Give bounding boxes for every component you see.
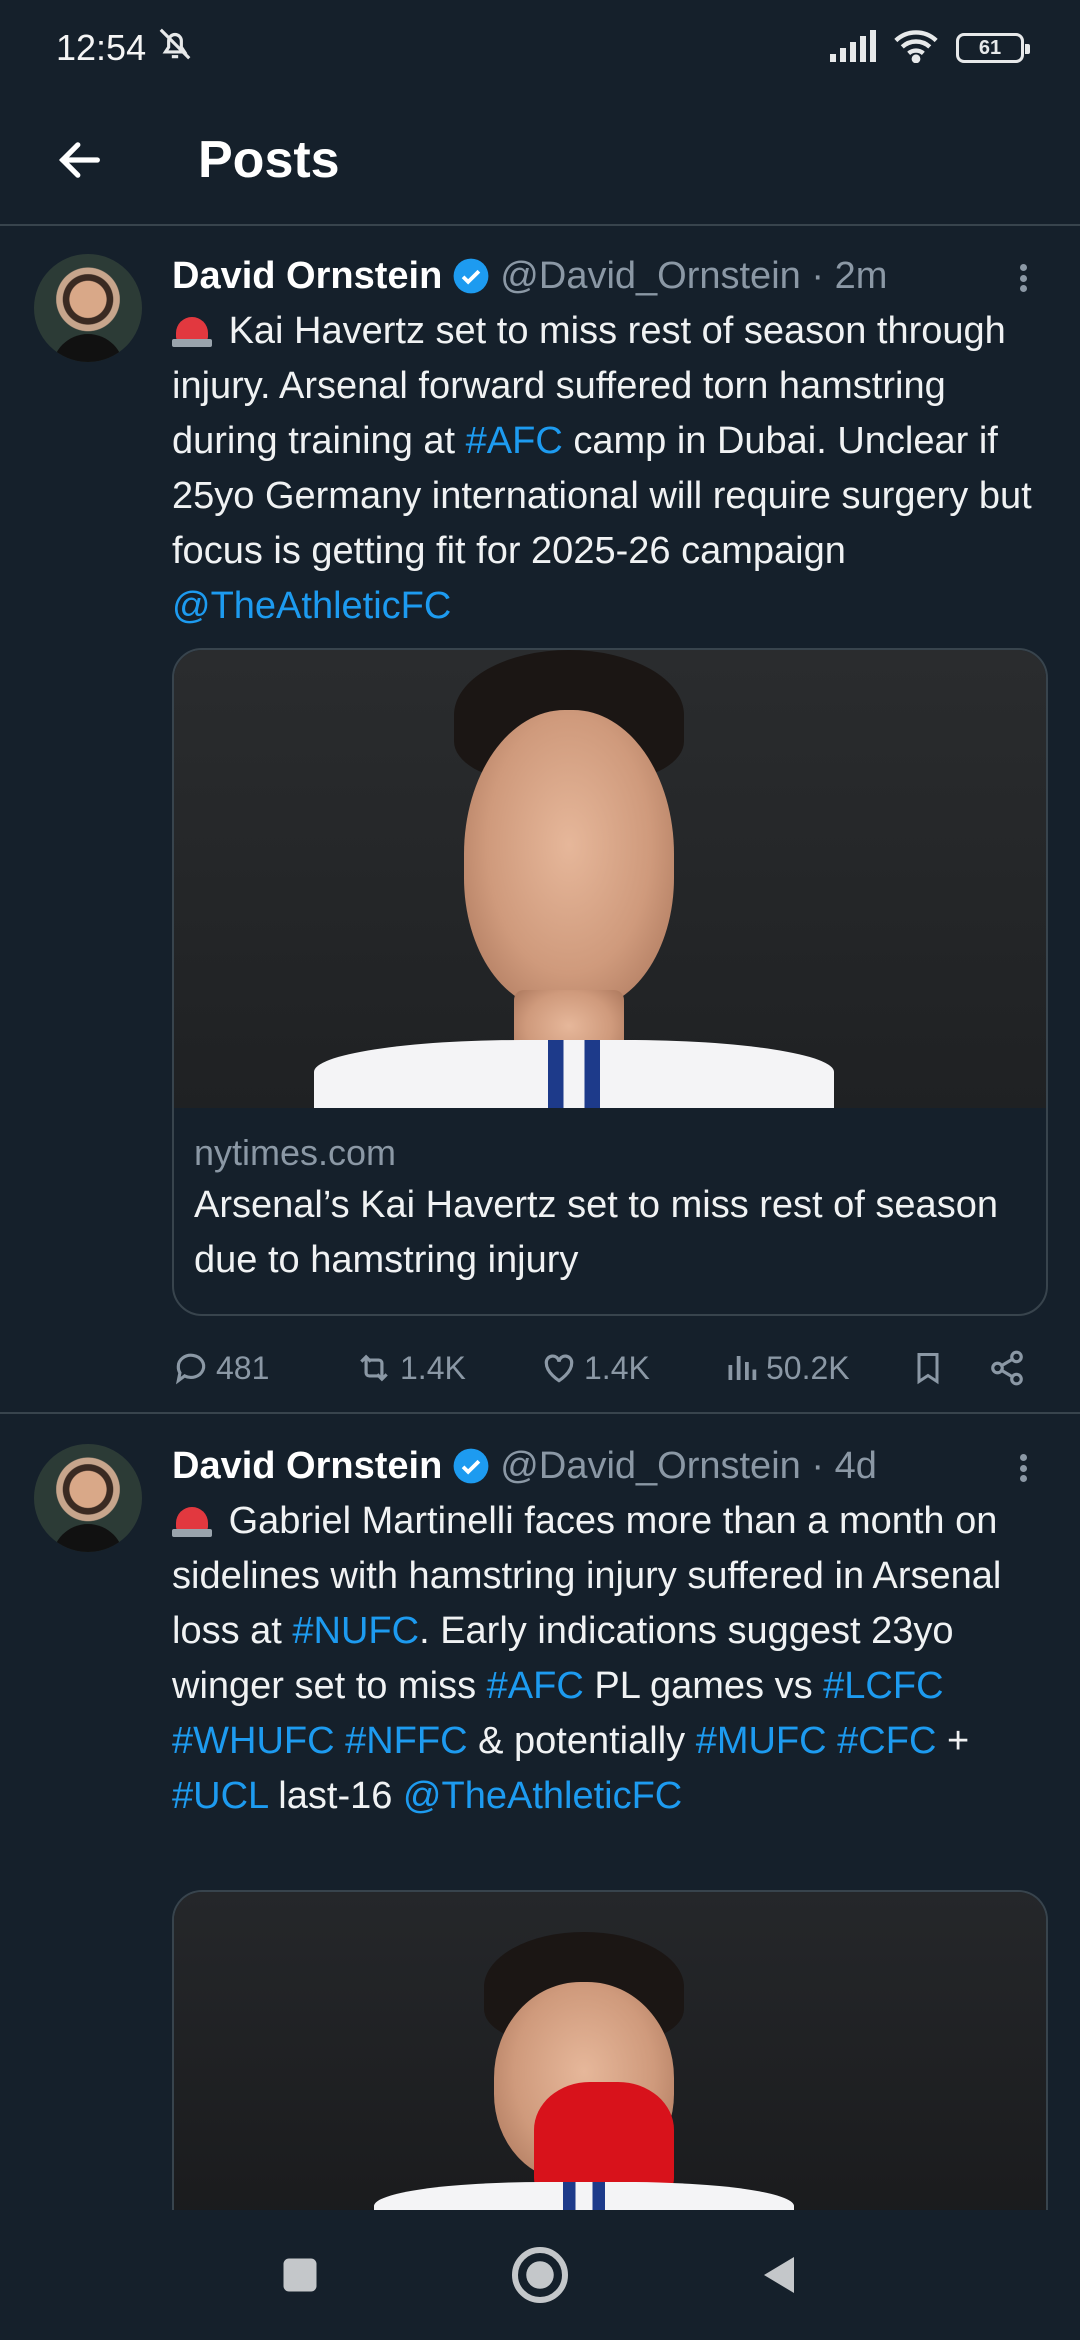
battery-icon: 61 — [956, 33, 1030, 63]
heart-icon — [544, 1354, 574, 1383]
avatar[interactable] — [34, 1444, 142, 1552]
back-nav-button[interactable] — [660, 2210, 900, 2340]
avatar[interactable] — [34, 254, 142, 362]
separator-dot: · — [800, 1444, 835, 1487]
status-time: 12:54 — [56, 27, 147, 68]
share-button[interactable] — [988, 1349, 1026, 1387]
analytics-icon — [728, 1356, 757, 1380]
repost-count: 1.4K — [400, 1349, 466, 1386]
author-handle: @David_Ornstein — [500, 1444, 801, 1487]
hashtag-link[interactable]: #MUFC — [696, 1720, 827, 1762]
post-header: David Ornstein @David_Ornstein · 4d — [172, 1438, 1050, 1494]
verified-badge-icon — [452, 1447, 490, 1485]
reply-count: 481 — [216, 1349, 270, 1386]
square-icon — [283, 2258, 317, 2292]
author-name[interactable]: David Ornstein — [172, 255, 442, 298]
status-bar: 12:54 61 — [0, 0, 1080, 96]
hashtag-link[interactable]: #NUFC — [292, 1610, 419, 1652]
more-options-icon[interactable] — [1008, 1448, 1038, 1488]
hashtag-link[interactable]: #UCL — [172, 1775, 268, 1817]
signal-icon — [828, 29, 876, 67]
hashtag-link[interactable]: #NFFC — [345, 1720, 467, 1762]
post-item[interactable]: David Ornstein @David_Ornstein · 4d Gabr… — [0, 1416, 1080, 2216]
reply-icon — [175, 1353, 206, 1385]
views-button[interactable]: 50.2K — [724, 1349, 910, 1387]
card-image — [174, 650, 1046, 1108]
post-text: Gabriel Martinelli faces more than a mon… — [172, 1500, 1002, 1817]
top-app-bar: Posts — [0, 96, 1080, 226]
siren-emoji-icon — [172, 1501, 212, 1537]
page-title: Posts — [198, 131, 340, 189]
home-button[interactable] — [420, 2210, 660, 2340]
mention-link[interactable]: @TheAthleticFC — [403, 1775, 682, 1817]
more-options-icon[interactable] — [1008, 258, 1038, 298]
card-image — [174, 1892, 1046, 2216]
repost-button[interactable]: 1.4K — [354, 1349, 540, 1387]
system-navigation-bar — [0, 2210, 1080, 2340]
verified-badge-icon — [452, 257, 490, 295]
triangle-back-icon — [764, 2257, 794, 2293]
hashtag-link[interactable]: #AFC — [487, 1665, 584, 1707]
card-domain: nytimes.com — [194, 1132, 397, 1173]
separator-dot: · — [800, 254, 835, 297]
post-item[interactable]: David Ornstein @David_Ornstein · 2m Kai … — [0, 226, 1080, 1414]
mention-link[interactable]: @TheAthleticFC — [172, 585, 451, 627]
card-title: Arsenal’s Kai Havertz set to miss rest o… — [194, 1184, 998, 1281]
post-time: 2m — [834, 254, 888, 297]
bookmark-icon — [917, 1353, 939, 1385]
hashtag-link[interactable]: #CFC — [837, 1720, 936, 1762]
hashtag-link[interactable]: #LCFC — [823, 1665, 943, 1707]
arrow-left-icon — [58, 142, 100, 178]
share-icon — [991, 1350, 1023, 1386]
post-time: 4d — [834, 1444, 877, 1487]
author-name[interactable]: David Ornstein — [172, 1445, 442, 1488]
reply-button[interactable]: 481 — [172, 1349, 354, 1387]
post-text: Kai Havertz set to miss rest of season t… — [172, 310, 1032, 627]
repost-icon — [360, 1354, 388, 1382]
like-count: 1.4K — [584, 1349, 650, 1386]
views-count: 50.2K — [766, 1349, 850, 1386]
like-button[interactable]: 1.4K — [540, 1349, 724, 1387]
home-circle-icon — [512, 2247, 568, 2303]
post-header: David Ornstein @David_Ornstein · 2m — [172, 248, 1050, 304]
back-button[interactable] — [30, 110, 130, 210]
hashtag-link[interactable]: #AFC — [466, 420, 563, 462]
bookmark-button[interactable] — [910, 1348, 988, 1388]
author-handle: @David_Ornstein — [500, 254, 801, 297]
post-actions: 481 1.4K 1.4K 50.2K — [172, 1338, 1060, 1398]
mute-notifications-icon — [156, 25, 194, 72]
hashtag-link[interactable]: #WHUFC — [172, 1720, 335, 1762]
recents-button[interactable] — [180, 2210, 420, 2340]
media-card[interactable] — [172, 1890, 1048, 2216]
wifi-icon — [894, 29, 938, 68]
link-preview-card[interactable]: nytimes.com Arsenal’s Kai Havertz set to… — [172, 648, 1048, 1316]
siren-emoji-icon — [172, 311, 212, 347]
